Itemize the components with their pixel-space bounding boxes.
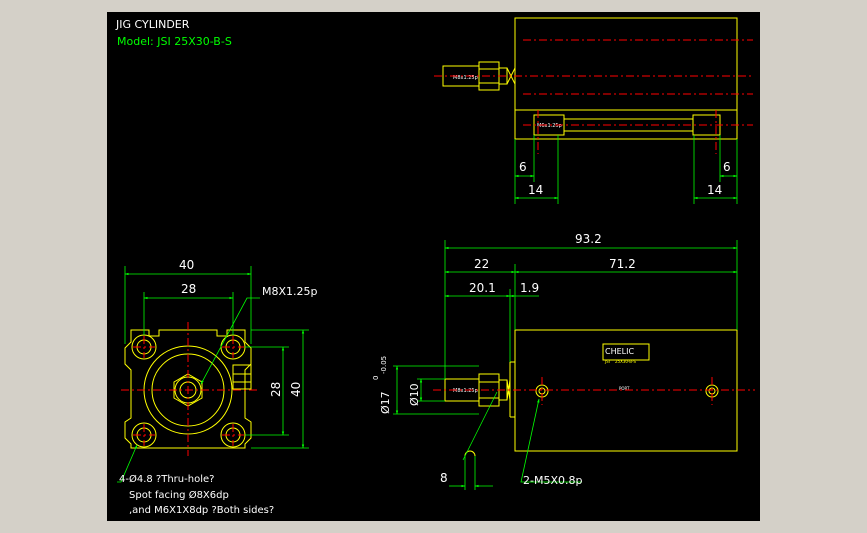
- dim-dia-17: Ø17: [379, 391, 392, 414]
- front-view: 40 28 28 40 M8X1.25p 4-Ø4.8 ?Thru-hole? …: [117, 258, 318, 516]
- note-line-3: ,and M6X1X8dp ?Both sides?: [129, 505, 274, 516]
- dim-top-left-14: 14: [528, 183, 543, 197]
- drawing-title: JIG CYLINDER: [115, 18, 190, 31]
- dim-71-2: 71.2: [609, 257, 636, 271]
- top-view: M8x1.25p M6x1.25p 6 14 6 14: [434, 17, 753, 204]
- cad-drawing: JIG CYLINDER Model: JSI 25X30-B-S M8x1.2…: [115, 17, 755, 516]
- front-side-boss: [232, 364, 252, 390]
- dim-overall-93-2: 93.2: [575, 232, 602, 246]
- dim-front-width-40: 40: [179, 258, 194, 272]
- dim-8: 8: [440, 471, 448, 485]
- dim-dia-10: Ø10: [408, 383, 421, 406]
- dim-front-height-28: 28: [269, 382, 283, 397]
- cad-drawing-canvas[interactable]: JIG CYLINDER Model: JSI 25X30-B-S M8x1.2…: [107, 12, 760, 521]
- dim-front-height-40: 40: [289, 382, 303, 397]
- dim-top-right-14: 14: [707, 183, 722, 197]
- dim-1-9: 1.9: [520, 281, 539, 295]
- brand-tag: CHELIC: [605, 347, 634, 356]
- brand-sub-2: 25X30-B-S: [615, 359, 636, 364]
- brand-sub-1: JSI: [604, 359, 610, 364]
- dim-front-width-28: 28: [181, 282, 196, 296]
- dim-top-right-6: 6: [723, 160, 731, 174]
- side-view: CHELIC JSI 25X30-B-S PORT M8x1.25p 93.2 …: [372, 232, 755, 490]
- dim-20-1: 20.1: [469, 281, 496, 295]
- thread-callout: M8X1.25p: [262, 285, 318, 298]
- dim-top-left-6: 6: [519, 160, 527, 174]
- dim-dia-17-tol-lower: -0.05: [380, 356, 388, 374]
- top-port-tag: M6x1.25p: [537, 123, 562, 129]
- model-label: Model: JSI 25X30-B-S: [117, 35, 232, 48]
- note-line-1: 4-Ø4.8 ?Thru-hole?: [119, 473, 214, 485]
- side-rod-tag: M8x1.25p: [453, 388, 478, 394]
- port-callout: 2-M5X0.8p: [523, 474, 582, 487]
- dim-dia-17-tol-upper: 0: [372, 376, 380, 380]
- top-view-body: [514, 17, 738, 140]
- dim-22: 22: [474, 257, 489, 271]
- note-line-2: Spot facing Ø8X6dp: [129, 489, 229, 501]
